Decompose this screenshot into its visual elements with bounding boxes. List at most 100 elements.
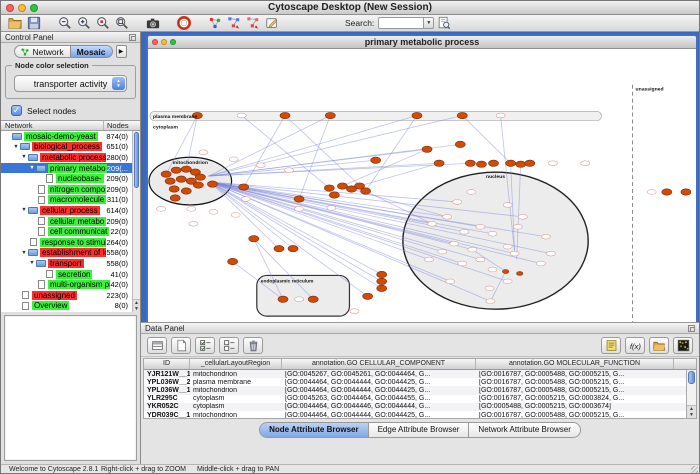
network-node[interactable] bbox=[425, 257, 434, 262]
network-node-selected-color[interactable] bbox=[165, 178, 175, 184]
network-node[interactable] bbox=[541, 234, 550, 239]
network-node[interactable] bbox=[581, 161, 590, 166]
network-view-window[interactable]: primary metabolic process plasma membran… bbox=[146, 34, 698, 341]
float-panel-icon[interactable] bbox=[129, 34, 136, 41]
network-node[interactable] bbox=[295, 207, 304, 212]
network-node-selected-color[interactable] bbox=[193, 182, 203, 188]
open-file-icon[interactable] bbox=[6, 16, 23, 31]
plasma-membrane-region[interactable] bbox=[150, 112, 601, 121]
network-node-selected-color[interactable] bbox=[171, 167, 181, 173]
network-node[interactable] bbox=[237, 113, 246, 118]
table-scrollbar-arrows[interactable]: ▲▼ bbox=[687, 405, 696, 418]
network-node[interactable] bbox=[438, 249, 447, 254]
network-node-selected-color[interactable] bbox=[516, 161, 526, 167]
network-node[interactable] bbox=[476, 257, 485, 262]
network-node-selected-color[interactable] bbox=[476, 161, 486, 167]
network-node-selected-color[interactable] bbox=[288, 245, 298, 251]
help-icon[interactable] bbox=[175, 16, 192, 31]
network-node-selected-color[interactable] bbox=[363, 293, 373, 299]
network-node[interactable] bbox=[513, 224, 522, 229]
network-node-selected-color[interactable] bbox=[294, 196, 304, 202]
network-node-selected-color[interactable] bbox=[422, 146, 432, 152]
function-button[interactable]: f(x) bbox=[625, 337, 645, 354]
tree-row-biological-process[interactable]: ▼biological_process651(0) bbox=[1, 142, 140, 153]
table-scrollbar[interactable]: ▲▼ bbox=[686, 370, 696, 418]
zoom-in-icon[interactable] bbox=[75, 16, 92, 31]
network-node[interactable] bbox=[496, 113, 505, 118]
network-node-selected-color[interactable] bbox=[249, 236, 259, 242]
zoom-fit-icon[interactable] bbox=[113, 16, 130, 31]
tree-scrollbar[interactable]: ▲▼ bbox=[132, 131, 140, 312]
network-node[interactable] bbox=[428, 221, 437, 226]
select-attributes-button[interactable] bbox=[195, 337, 215, 354]
birdseye-view-panel[interactable] bbox=[4, 315, 137, 461]
network-window-titlebar[interactable]: primary metabolic process bbox=[148, 36, 696, 49]
network-node[interactable] bbox=[546, 251, 555, 256]
network-node[interactable] bbox=[189, 221, 198, 226]
zoom-out-icon[interactable] bbox=[56, 16, 73, 31]
snapshot-icon[interactable] bbox=[144, 16, 161, 31]
network-node[interactable] bbox=[443, 214, 452, 219]
network-node[interactable] bbox=[231, 212, 240, 217]
network-node-selected-color[interactable] bbox=[361, 188, 371, 194]
network-node-selected-color[interactable] bbox=[457, 112, 467, 118]
tab-edge-attribute-browser[interactable]: Edge Attribute Browser bbox=[369, 422, 470, 438]
table-row[interactable]: YPL036W__2plasma membrane[GO:0044464, GO… bbox=[144, 378, 696, 386]
network-node[interactable] bbox=[350, 309, 359, 314]
network-node[interactable] bbox=[503, 203, 512, 208]
network-node-selected-color[interactable] bbox=[181, 188, 191, 194]
network-node-selected-color[interactable] bbox=[207, 181, 217, 187]
network-node[interactable] bbox=[488, 231, 497, 236]
network-node[interactable] bbox=[284, 168, 293, 173]
network-node-selected-color[interactable] bbox=[412, 112, 422, 118]
tree-row-secretion[interactable]: secretion41(0) bbox=[1, 269, 140, 280]
network-node[interactable] bbox=[256, 163, 265, 168]
network-node-selected-color[interactable] bbox=[176, 176, 186, 182]
network-node-selected-color[interactable] bbox=[329, 192, 339, 198]
table-row[interactable]: YKR052Ccytoplasm[GO:0044464, GO:0044446,… bbox=[144, 403, 696, 411]
edit-network-red-icon[interactable] bbox=[244, 16, 261, 31]
expand-triangle-icon[interactable]: ▼ bbox=[20, 207, 28, 213]
tab-mosaic[interactable]: Mosaic bbox=[71, 45, 113, 58]
network-node-selected-color[interactable] bbox=[170, 195, 180, 201]
float-panel-icon[interactable] bbox=[688, 325, 695, 332]
tree-row-multi-organism-pro[interactable]: multi-organism pro42(0) bbox=[1, 279, 140, 290]
nucleus-region[interactable] bbox=[403, 172, 588, 309]
matrix-button[interactable] bbox=[673, 337, 693, 354]
network-node[interactable] bbox=[295, 297, 304, 302]
tree-row-transport[interactable]: ▼transport558(0) bbox=[1, 258, 140, 269]
select-nodes-checkbox[interactable]: ✓ bbox=[11, 105, 22, 116]
tree-row-cellular-process[interactable]: ▼cellular process614(0) bbox=[1, 205, 140, 216]
network-node-selected-color[interactable] bbox=[465, 160, 475, 166]
network-node[interactable] bbox=[450, 241, 459, 246]
tab-network[interactable]: Network bbox=[14, 45, 70, 58]
network-node[interactable] bbox=[446, 279, 455, 284]
network-node-selected-color[interactable] bbox=[239, 184, 249, 190]
table-row[interactable]: YLR295Ccytoplasm[GO:0045263, GO:0044464,… bbox=[144, 395, 696, 403]
tree-row-primary-metabo[interactable]: ▼primary metabo209(... bbox=[1, 163, 140, 174]
network-node-selected-color[interactable] bbox=[502, 269, 508, 273]
table-row[interactable]: YDR039C__1mitochondrion[GO:0044464, GO:0… bbox=[144, 411, 696, 419]
tree-row-unassigned[interactable]: unassigned223(0) bbox=[1, 290, 140, 301]
network-node[interactable] bbox=[503, 244, 512, 249]
network-node-selected-color[interactable] bbox=[525, 160, 535, 166]
network-node-selected-color[interactable] bbox=[377, 271, 387, 277]
node-color-dropdown[interactable]: transporter activity ▲▼ bbox=[14, 75, 127, 92]
table-column-header[interactable]: annotation.GO MOLECULAR_FUNCTION bbox=[476, 359, 674, 369]
table-column-header[interactable]: _cellularLayoutRegion bbox=[190, 359, 282, 369]
search-input[interactable] bbox=[378, 17, 424, 29]
attribute-search-icon[interactable] bbox=[435, 16, 452, 31]
network-node[interactable] bbox=[458, 261, 467, 266]
tree-row-cellular-metabo[interactable]: cellular metabo209(0) bbox=[1, 216, 140, 227]
new-document-button[interactable] bbox=[171, 337, 191, 354]
network-node[interactable] bbox=[229, 157, 238, 162]
tree-row-nucleobase-[interactable]: nucleobase-209(0) bbox=[1, 173, 140, 184]
annotation-icon[interactable] bbox=[263, 16, 280, 31]
tree-column-nodes[interactable]: Nodes bbox=[104, 121, 140, 130]
network-node-selected-color[interactable] bbox=[280, 112, 290, 118]
search-dropdown-arrow-icon[interactable]: ▼ bbox=[424, 17, 434, 29]
network-node[interactable] bbox=[467, 190, 476, 195]
network-node[interactable] bbox=[157, 207, 166, 212]
tab-network-attribute-browser[interactable]: Network Attribute Browser bbox=[469, 422, 580, 438]
tree-scrollbar-arrows[interactable]: ▲▼ bbox=[133, 299, 140, 312]
